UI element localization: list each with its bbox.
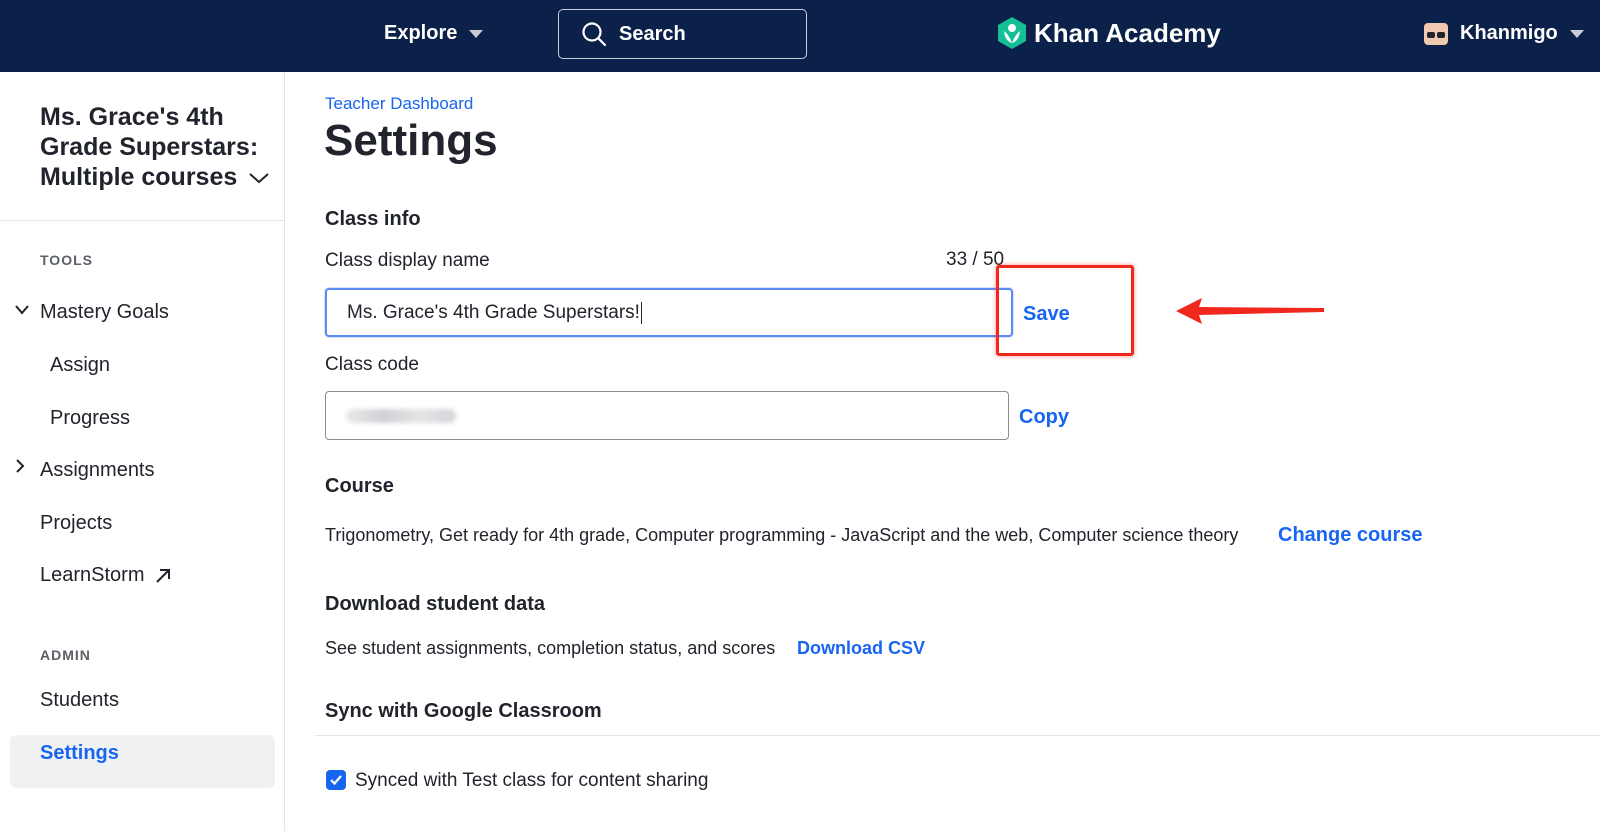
sidebar-item-students[interactable]: Students <box>40 689 119 712</box>
search-icon <box>582 22 607 47</box>
sidebar-item-progress[interactable]: Progress <box>50 407 130 430</box>
breadcrumb[interactable]: Teacher Dashboard <box>325 94 473 114</box>
sidebar-item-learnstorm[interactable]: LearnStorm <box>40 564 171 587</box>
change-course-link[interactable]: Change course <box>1278 524 1422 547</box>
sidebar: Ms. Grace's 4th Grade Superstars: Multip… <box>0 72 285 831</box>
course-list-text: Trigonometry, Get ready for 4th grade, C… <box>325 525 1239 545</box>
download-csv-link[interactable]: Download CSV <box>797 638 925 659</box>
khanmigo-label: Khanmigo <box>1460 22 1558 44</box>
class-title: Ms. Grace's 4th Grade Superstars: Multip… <box>40 103 259 191</box>
page-title: Settings <box>324 116 498 165</box>
section-divider <box>315 735 1600 736</box>
khan-academy-leaf-icon <box>998 17 1026 49</box>
caret-down-icon <box>1569 29 1584 38</box>
class-code-field[interactable] <box>325 391 1009 440</box>
chevron-down-icon[interactable] <box>14 304 30 316</box>
class-display-name-label: Class display name <box>325 250 490 271</box>
sidebar-item-label: LearnStorm <box>40 564 145 586</box>
search-button[interactable]: Search <box>558 9 807 59</box>
download-data-description: See student assignments, completion stat… <box>325 638 776 658</box>
annotation-arrow-icon <box>1176 298 1324 324</box>
chevron-right-icon[interactable] <box>14 458 26 474</box>
redacted-class-code <box>346 408 456 423</box>
tools-heading: TOOLS <box>40 252 93 268</box>
explore-label: Explore <box>384 22 458 44</box>
class-info-heading: Class info <box>325 208 421 230</box>
khan-academy-logo[interactable]: Khan Academy <box>996 16 1221 50</box>
top-navigation-bar: Explore Search Khan Academy Khanmigo <box>0 0 1600 72</box>
google-classroom-heading: Sync with Google Classroom <box>325 700 602 722</box>
search-label: Search <box>619 22 686 45</box>
logo-text: Khan Academy <box>1034 17 1221 48</box>
class-display-name-value: Ms. Grace's 4th Grade Superstars! <box>347 301 640 323</box>
sidebar-item-projects[interactable]: Projects <box>40 512 112 535</box>
checkmark-icon <box>330 775 342 786</box>
sidebar-item-mastery-goals[interactable]: Mastery Goals <box>40 301 169 324</box>
sidebar-item-assignments[interactable]: Assignments <box>40 459 155 482</box>
class-switcher[interactable]: Ms. Grace's 4th Grade Superstars: Multip… <box>40 102 280 192</box>
khanmigo-avatar-icon <box>1424 22 1448 45</box>
sync-checkbox-label: Synced with Test class for content shari… <box>355 770 709 791</box>
chevron-down-icon <box>249 173 269 184</box>
text-cursor <box>640 301 642 324</box>
course-heading: Course <box>325 475 394 497</box>
sidebar-divider <box>0 220 285 221</box>
khanmigo-menu-button[interactable]: Khanmigo <box>1424 22 1584 45</box>
copy-button[interactable]: Copy <box>1019 406 1069 429</box>
sidebar-item-settings[interactable]: Settings <box>40 742 119 765</box>
sync-checkbox[interactable] <box>326 770 346 790</box>
explore-menu-button[interactable]: Explore <box>384 22 484 45</box>
sidebar-item-assign[interactable]: Assign <box>50 354 110 377</box>
class-code-label: Class code <box>325 354 419 375</box>
caret-down-icon <box>469 29 484 38</box>
external-link-icon <box>155 568 170 583</box>
class-display-name-input[interactable]: Ms. Grace's 4th Grade Superstars! <box>325 288 1013 337</box>
annotation-highlight-box <box>996 265 1134 356</box>
download-data-heading: Download student data <box>325 593 545 615</box>
admin-heading: ADMIN <box>40 647 91 663</box>
